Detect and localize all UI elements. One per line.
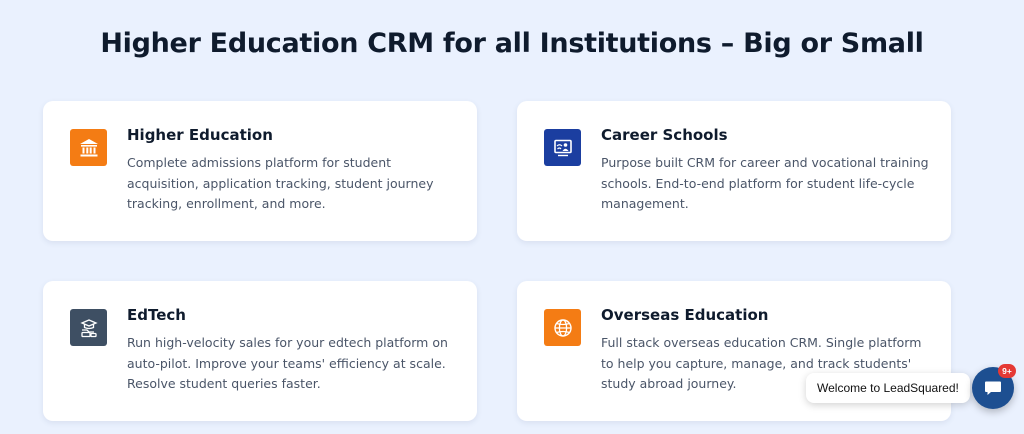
card-description: Purpose built CRM for career and vocatio… (601, 155, 929, 211)
card-higher-education: Higher Education Complete admissions pla… (43, 101, 477, 241)
globe-icon (544, 309, 581, 346)
card-career-schools: Career Schools Purpose built CRM for car… (517, 101, 951, 241)
card-description: Complete admissions platform for student… (127, 155, 434, 211)
card-title: Career Schools (601, 126, 728, 144)
chat-welcome-text: Welcome to LeadSquared! (817, 381, 959, 395)
card-title: Higher Education (127, 126, 273, 144)
card-title: Overseas Education (601, 306, 769, 324)
institution-icon (70, 129, 107, 166)
edtech-icon (70, 309, 107, 346)
card-description: Run high-velocity sales for your edtech … (127, 335, 448, 391)
notification-badge: 9+ (998, 364, 1016, 378)
presentation-board-icon (544, 129, 581, 166)
chat-icon (985, 381, 1001, 395)
page-title: Higher Education CRM for all Institution… (100, 28, 924, 59)
chat-welcome-bubble[interactable]: Welcome to LeadSquared! (806, 373, 970, 403)
card-title: EdTech (127, 306, 186, 324)
card-edtech: EdTech Run high-velocity sales for your … (43, 281, 477, 421)
